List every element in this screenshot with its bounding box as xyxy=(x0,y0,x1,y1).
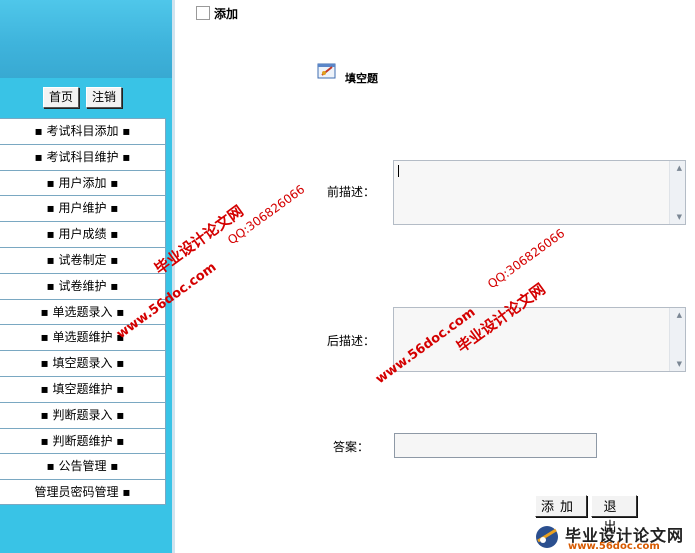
question-type-label: 填空题 xyxy=(345,72,378,85)
answer-label: 答案： xyxy=(333,440,370,454)
pre-description-label: 前描述： xyxy=(327,185,376,199)
pre-description-textarea[interactable]: ▲ ▼ xyxy=(393,160,686,225)
sidebar-item-fill-blank-entry[interactable]: ▪ 填空题录入 ▪ xyxy=(0,350,166,376)
scroll-up-icon[interactable]: ▲ xyxy=(677,311,682,319)
add-button[interactable]: 添加 xyxy=(535,495,587,517)
sidebar-item-announcements[interactable]: ▪ 公告管理 ▪ xyxy=(0,453,166,480)
scroll-up-icon[interactable]: ▲ xyxy=(677,164,682,172)
pre-description-scrollbar[interactable]: ▲ ▼ xyxy=(669,161,685,224)
sidebar-item-fill-blank-maintain[interactable]: ▪ 填空题维护 ▪ xyxy=(0,375,166,402)
text-cursor xyxy=(398,165,399,177)
sidebar-item-true-false-maintain[interactable]: ▪ 判断题维护 ▪ xyxy=(0,427,166,454)
brand-logo: 毕业设计论文网 www.56doc.com xyxy=(530,520,695,553)
sidebar-item-subject-add[interactable]: ▪ 考试科目添加 ▪ xyxy=(0,118,166,144)
home-button[interactable]: 首页 xyxy=(43,87,79,108)
scroll-down-icon[interactable]: ▼ xyxy=(677,213,682,221)
post-description-label: 后描述： xyxy=(327,334,376,348)
page-title: 添加 xyxy=(214,7,239,21)
brand-url: www.56doc.com xyxy=(568,541,660,552)
sidebar-item-subject-maintain[interactable]: ▪ 考试科目维护 ▪ xyxy=(0,143,166,170)
sidebar-item-paper-maintain[interactable]: ▪ 试卷维护 ▪ xyxy=(0,272,166,299)
brand-logo-icon xyxy=(536,526,558,548)
logout-button[interactable]: 注销 xyxy=(86,87,122,108)
sidebar: 首页 注销 ▪ 考试科目添加 ▪ ▪ 考试科目维护 ▪ ▪ 用户添加 ▪ ▪ 用… xyxy=(0,0,172,553)
sidebar-item-user-scores[interactable]: ▪ 用户成绩 ▪ xyxy=(0,221,166,247)
answer-input[interactable] xyxy=(394,433,597,458)
main-content: 添加 填空题 前描述： ▲ ▼ 后描述： ▲ ▼ 答案： 添加 退出 xyxy=(175,0,695,553)
sidebar-item-user-maintain[interactable]: ▪ 用户维护 ▪ xyxy=(0,195,166,222)
sidebar-item-true-false-entry[interactable]: ▪ 判断题录入 ▪ xyxy=(0,401,166,428)
sidebar-item-user-add[interactable]: ▪ 用户添加 ▪ xyxy=(0,169,166,196)
question-type-icon xyxy=(317,63,336,79)
post-description-scrollbar[interactable]: ▲ ▼ xyxy=(669,308,685,371)
sidebar-banner xyxy=(0,0,172,78)
sidebar-item-paper-create[interactable]: ▪ 试卷制定 ▪ xyxy=(0,246,166,273)
add-checkbox-icon xyxy=(196,6,210,20)
exit-button[interactable]: 退出 xyxy=(591,495,637,534)
sidebar-item-admin-password[interactable]: 管理员密码管理 ▪ xyxy=(0,479,166,505)
scroll-down-icon[interactable]: ▼ xyxy=(677,360,682,368)
